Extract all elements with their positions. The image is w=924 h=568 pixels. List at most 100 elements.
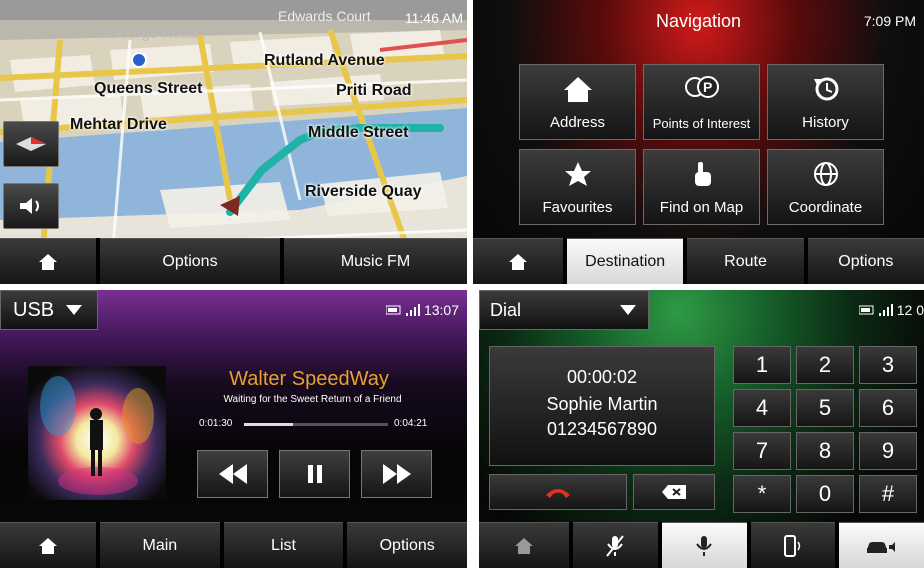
- phone-handset-icon: [783, 534, 801, 557]
- keypad-key-6[interactable]: 6: [859, 389, 917, 427]
- progress-fill: [244, 423, 293, 426]
- mute-mic-button[interactable]: [573, 522, 658, 568]
- clock: 13:07: [423, 302, 459, 318]
- options-button[interactable]: Options: [100, 238, 280, 284]
- keypad-key-9[interactable]: 9: [859, 432, 917, 470]
- end-call-button[interactable]: [489, 474, 627, 510]
- source-label: USB: [13, 298, 55, 321]
- backspace-icon: [662, 485, 686, 499]
- pause-button[interactable]: [279, 450, 350, 498]
- main-button[interactable]: Main: [100, 522, 220, 568]
- keypad-key-4[interactable]: 4: [733, 389, 791, 427]
- speaker-icon: [20, 198, 39, 214]
- home-icon: [509, 253, 527, 270]
- status-area: 13:07: [385, 302, 459, 318]
- end-call-icon: [546, 489, 570, 498]
- call-duration: 00:00:02: [566, 367, 638, 387]
- home-button[interactable]: [479, 522, 569, 568]
- battery-icon: [858, 305, 874, 315]
- hand-pointer-icon: [644, 160, 759, 188]
- dial-mode-selector[interactable]: Dial: [479, 290, 649, 330]
- tile-label: Favourites: [542, 199, 613, 216]
- keypad-key-0[interactable]: 0: [796, 475, 854, 513]
- compass-button[interactable]: [3, 121, 59, 167]
- progress-bar[interactable]: [244, 423, 388, 426]
- home-button[interactable]: [0, 522, 96, 568]
- page-title: Navigation: [655, 11, 742, 31]
- dropdown-arrow-icon: [66, 305, 83, 315]
- globe-icon: [768, 160, 883, 188]
- home-icon: [39, 253, 57, 270]
- map-panel: Edwards Court George Road Rutland Avenue…: [0, 0, 467, 284]
- tile-favourites[interactable]: Favourites: [519, 149, 636, 225]
- signal-icon: [405, 304, 420, 316]
- dial-mode-label: Dial: [490, 299, 522, 320]
- street-label: Riverside Quay: [305, 183, 422, 200]
- keypad-key-5[interactable]: 5: [796, 389, 854, 427]
- home-button[interactable]: [473, 238, 563, 284]
- tile-label: Points of Interest: [652, 116, 751, 131]
- source-selector[interactable]: USB: [0, 290, 98, 330]
- mic-button[interactable]: [661, 522, 747, 568]
- keypad-key-star[interactable]: *: [733, 475, 791, 513]
- keypad-key-3[interactable]: 3: [859, 346, 917, 384]
- home-button[interactable]: [0, 238, 96, 284]
- dropdown-arrow-icon: [620, 305, 636, 315]
- keypad-key-7[interactable]: 7: [733, 432, 791, 470]
- map-bottom-bar: Options Music FM: [0, 238, 467, 284]
- contact-number: 01234567890: [546, 419, 658, 439]
- options-button[interactable]: Options: [807, 238, 924, 284]
- song-subtitle: Waiting for the Sweet Return of a Friend: [223, 394, 402, 405]
- street-label: George Road: [108, 25, 199, 42]
- mic-icon: [696, 535, 712, 556]
- options-button[interactable]: Options: [347, 522, 467, 568]
- tile-history[interactable]: History: [767, 64, 884, 140]
- pause-icon: [307, 465, 322, 483]
- contact-name: Sophie Martin: [546, 394, 658, 414]
- rewind-button[interactable]: [197, 450, 268, 498]
- tile-label: Find on Map: [659, 199, 744, 216]
- status-area: 12 0: [858, 302, 924, 318]
- keypad-key-2[interactable]: 2: [796, 346, 854, 384]
- music-panel: USB 13:07 Walter SpeedWay Waiting for th…: [0, 290, 467, 568]
- tile-address[interactable]: Address: [519, 64, 636, 140]
- car-audio-button[interactable]: [839, 522, 924, 568]
- dial-bottom-bar: [479, 522, 924, 568]
- keypad-key-1[interactable]: 1: [733, 346, 791, 384]
- signal-icon: [878, 304, 893, 316]
- handset-button[interactable]: [750, 522, 836, 568]
- album-art: [28, 366, 166, 500]
- elapsed-time: 0:01:30: [199, 418, 233, 429]
- tile-coordinate[interactable]: Coordinate: [767, 149, 884, 225]
- fast-forward-button[interactable]: [361, 450, 432, 498]
- tile-find-on-map[interactable]: Find on Map: [643, 149, 760, 225]
- dial-panel: Dial 12 0 00:00:02 Sophie Martin 0123456…: [479, 290, 924, 568]
- poi-icon: P: [644, 75, 759, 103]
- volume-button[interactable]: [3, 183, 59, 229]
- street-label: Rutland Avenue: [264, 52, 385, 69]
- star-icon: [520, 160, 635, 188]
- home-icon: [515, 537, 533, 554]
- street-label: Mehtar Drive: [70, 116, 167, 133]
- tab-destination[interactable]: Destination: [567, 238, 684, 284]
- car-speaker-icon: [866, 541, 895, 553]
- song-title: Walter SpeedWay: [229, 368, 389, 390]
- backspace-button[interactable]: [633, 474, 715, 510]
- keypad-key-8[interactable]: 8: [796, 432, 854, 470]
- tab-route[interactable]: Route: [687, 238, 804, 284]
- nav-bottom-bar: Destination Route Options: [473, 238, 924, 284]
- battery-icon: [385, 305, 401, 315]
- tile-label: Address: [549, 114, 606, 131]
- compass-icon: [16, 137, 46, 151]
- clock: 12 0: [896, 302, 924, 318]
- total-time: 0:04:21: [394, 418, 428, 429]
- street-label: Middle Street: [308, 124, 409, 141]
- tile-label: History: [802, 114, 849, 131]
- music-fm-button[interactable]: Music FM: [284, 238, 467, 284]
- street-label: Edwards Court: [278, 8, 371, 24]
- navigation-panel: Navigation 7:09 PM Address P Points of I…: [473, 0, 924, 284]
- tile-points-of-interest[interactable]: P Points of Interest: [643, 64, 760, 140]
- tile-label: Coordinate: [788, 199, 863, 216]
- list-button[interactable]: List: [223, 522, 344, 568]
- keypad-key-hash[interactable]: #: [859, 475, 917, 513]
